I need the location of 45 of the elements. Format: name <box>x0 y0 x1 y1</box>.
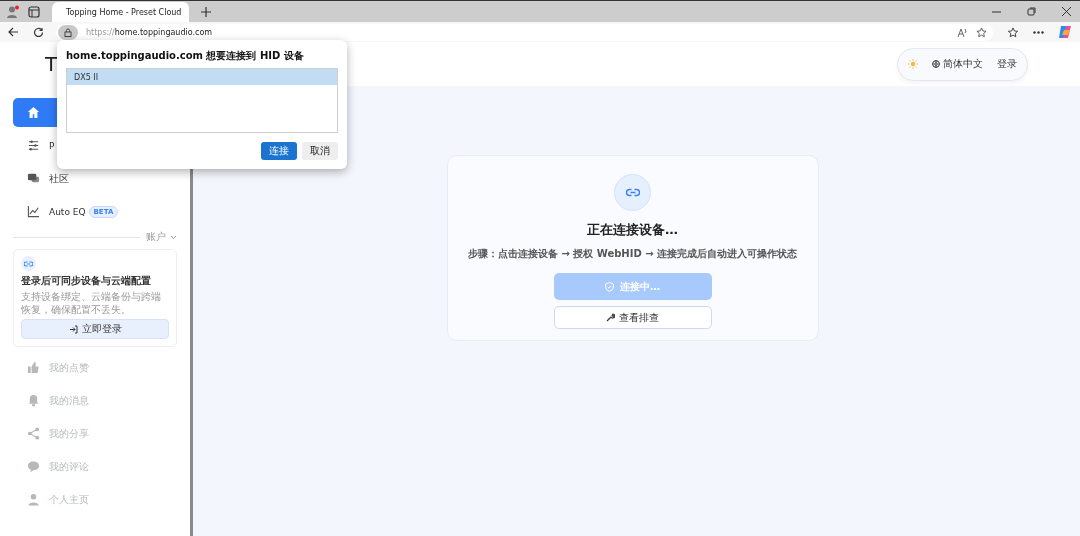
shield-icon <box>605 281 614 292</box>
device-option[interactable]: DX5 II <box>67 69 337 85</box>
link-icon <box>21 256 36 271</box>
globe-icon <box>932 60 940 68</box>
more-icon[interactable] <box>1033 30 1044 34</box>
reload-icon[interactable] <box>33 26 44 38</box>
copilot-icon[interactable] <box>1058 25 1072 39</box>
language-button[interactable]: 简体中文 <box>932 57 983 71</box>
share-icon <box>27 427 40 440</box>
person-icon <box>27 493 40 506</box>
connect-button[interactable]: 连接 <box>261 142 297 160</box>
read-aloud-icon[interactable] <box>957 27 968 37</box>
link-icon <box>614 174 651 211</box>
profile-icon[interactable] <box>6 4 20 19</box>
address-field[interactable]: https://home.toppingaudio.com <box>56 23 993 41</box>
sliders-icon <box>27 139 40 152</box>
thumbs-up-icon <box>27 361 40 374</box>
chevron-icon[interactable] <box>170 234 177 240</box>
connect-steps: 步骤：点击连接设备 → 授权 WebHID → 连接完成后自动进入可操作状态 <box>467 247 798 261</box>
dialog-title: home.toppingaudio.com 想要连接到 HID 设备 <box>66 49 305 63</box>
sign-in-icon <box>68 324 78 334</box>
line-chart-icon <box>27 205 40 218</box>
lock-icon[interactable] <box>58 24 78 40</box>
favorites-icon[interactable] <box>1007 26 1019 38</box>
nav-item[interactable]: 社区 <box>13 164 177 193</box>
login-card-description: 支持设备绑定、云端备份与跨端恢复，确保配置不丢失。 <box>21 291 162 316</box>
login-card-title: 登录后可同步设备与云端配置 <box>21 274 151 288</box>
cancel-button[interactable]: 取消 <box>302 142 338 160</box>
login-button[interactable]: 立即登录 <box>21 319 169 339</box>
restore-icon[interactable] <box>1027 7 1036 16</box>
star-icon[interactable] <box>976 26 987 38</box>
nav-item[interactable]: P <box>13 131 177 160</box>
new-tab-icon[interactable] <box>201 6 211 17</box>
connect-title: 正在连接设备… <box>587 221 678 239</box>
close-icon[interactable] <box>1062 7 1071 16</box>
troubleshoot-button[interactable]: 查看排查 <box>553 306 712 329</box>
back-icon[interactable] <box>8 27 19 37</box>
chat-icon <box>27 172 40 185</box>
speech-bubble-icon <box>27 460 40 473</box>
wrench-icon <box>606 313 615 322</box>
bell-icon <box>27 394 40 407</box>
home-icon <box>27 106 40 119</box>
tab-actions-icon[interactable] <box>28 5 40 18</box>
login-link[interactable]: 登录 <box>997 57 1017 71</box>
browser-tab[interactable]: Topping Home - Preset Cloud <box>52 1 189 23</box>
